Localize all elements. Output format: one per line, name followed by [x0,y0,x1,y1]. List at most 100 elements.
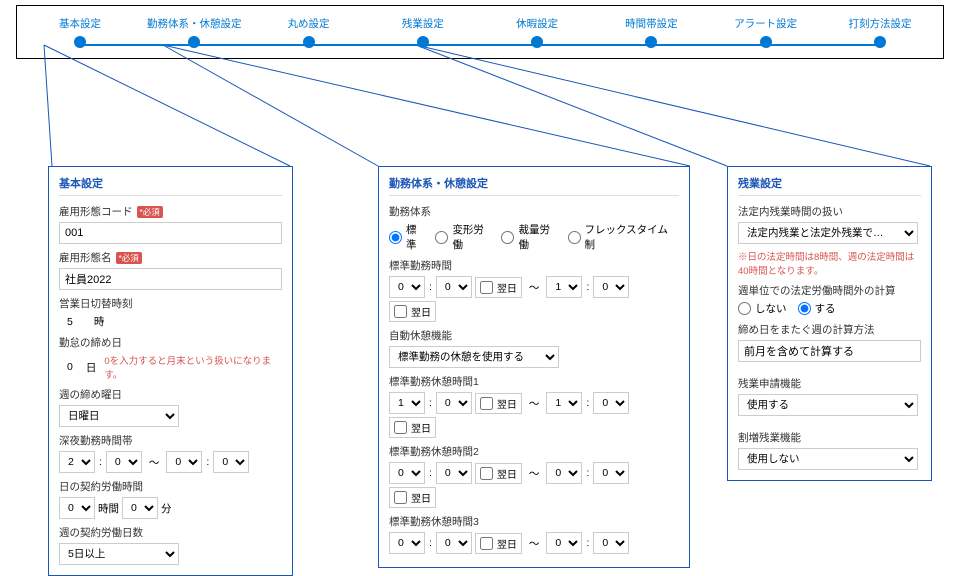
step-timezone[interactable]: 時間帯設定 [606,16,696,48]
break1-from-nextday-checkbox[interactable]: 翌日 [475,393,522,414]
closing-label: 勤怠の締め日 [59,335,282,350]
contract-hour-select[interactable]: 08 [59,497,95,519]
statutory-label: 法定内残業時間の扱い [738,204,921,219]
step-rounding[interactable]: 丸め設定 [264,16,354,48]
crossmonth-value[interactable] [738,340,921,362]
break2-label: 標準勤務休憩時間2 [389,444,679,459]
step-overtime[interactable]: 残業設定 [378,16,468,48]
step-clockin[interactable]: 打刻方法設定 [835,16,925,48]
night-from-hour-select[interactable]: 22 [59,451,95,473]
panel-title: 残業設定 [738,175,921,196]
wizard-stepper: 基本設定 勤務体系・休憩設定 丸め設定 残業設定 休暇設定 時間帯設定 アラート… [16,5,944,59]
break3-to-min-select[interactable]: 00 [593,532,629,554]
night-label: 深夜勤務時間帯 [59,433,282,448]
std-from-min-select[interactable]: 00 [436,276,472,298]
break1-to-nextday-checkbox[interactable]: 翌日 [389,417,436,438]
break2-to-nextday-checkbox[interactable]: 翌日 [389,487,436,508]
step-label: アラート設定 [734,16,797,31]
worktype-modified-radio[interactable]: 変形労働 [435,222,490,252]
night-to-hour-select[interactable]: 05 [166,451,202,473]
std-to-min-select[interactable]: 00 [593,276,629,298]
break1-label: 標準勤務休憩時間1 [389,374,679,389]
step-vacation[interactable]: 休暇設定 [492,16,582,48]
dayswitch-value: 5 [67,316,73,328]
step-dot-icon [188,36,200,48]
tilde: ～ [529,280,540,295]
statutory-select[interactable]: 法定内残業と法定外残業で… [738,222,918,244]
worktype-flex-radio[interactable]: フレックスタイム制 [568,222,672,252]
break1-to-hour-select[interactable]: 13 [546,392,582,414]
step-dot-icon [645,36,657,48]
step-dot-icon [74,36,86,48]
break2-to-min-select[interactable]: 00 [593,462,629,484]
hour-unit: 時 [94,314,105,329]
step-basic[interactable]: 基本設定 [35,16,125,48]
step-dot-icon [303,36,315,48]
tilde: ～ [529,536,540,551]
night-from-min-select[interactable]: 00 [106,451,142,473]
autobreak-select[interactable]: 標準勤務の休憩を使用する [389,346,559,368]
break2-from-hour-select[interactable]: 00 [389,462,425,484]
step-worktype[interactable]: 勤務体系・休憩設定 [149,16,239,48]
panel-title: 基本設定 [59,175,282,196]
step-dot-icon [760,36,772,48]
colon: : [586,281,589,293]
step-label: 休暇設定 [516,16,558,31]
closing-value: 0 [67,361,73,373]
colon: : [99,456,102,468]
weekly-yes-radio[interactable]: する [798,301,836,316]
panel-worktype-break: 勤務体系・休憩設定 勤務体系 標準 変形労働 裁量労働 フレックスタイム制 標準… [378,166,690,568]
step-label: 勤務体系・休憩設定 [147,16,242,31]
autobreak-label: 自動休憩機能 [389,328,679,343]
weekly-no-radio[interactable]: しない [738,301,787,316]
break3-to-hour-select[interactable]: 00 [546,532,582,554]
step-dot-icon [417,36,429,48]
std-to-hour-select[interactable]: 18 [546,276,582,298]
required-badge: *必須 [137,206,163,218]
break2-from-min-select[interactable]: 00 [436,462,472,484]
weekday-label: 週の締め曜日 [59,387,282,402]
step-label: 時間帯設定 [625,16,678,31]
contract-hours-label: 日の契約労働時間 [59,479,282,494]
tilde: ～ [149,455,160,470]
std-from-nextday-checkbox[interactable]: 翌日 [475,277,522,298]
contract-days-label: 週の契約労働日数 [59,525,282,540]
std-from-hour-select[interactable]: 09 [389,276,425,298]
break1-from-hour-select[interactable]: 12 [389,392,425,414]
break3-from-min-select[interactable]: 00 [436,532,472,554]
extra-ot-select[interactable]: 使用しない [738,448,918,470]
closing-note: 0を入力すると月末という扱いになります。 [104,353,282,381]
worktype-discretion-radio[interactable]: 裁量労働 [501,222,556,252]
step-label: 打刻方法設定 [848,16,911,31]
break2-from-nextday-checkbox[interactable]: 翌日 [475,463,522,484]
contract-min-select[interactable]: 00 [122,497,158,519]
step-dot-icon [531,36,543,48]
panel-basic-settings: 基本設定 雇用形態コード*必須 雇用形態名*必須 営業日切替時刻 5時 勤怠の締… [48,166,293,576]
statutory-note: ※日の法定時間は8時間、週の法定時間は40時間となります。 [738,249,921,277]
break3-from-hour-select[interactable]: 00 [389,532,425,554]
step-label: 丸め設定 [288,16,330,31]
worktype-standard-radio[interactable]: 標準 [389,222,424,252]
break3-from-nextday-checkbox[interactable]: 翌日 [475,533,522,554]
step-label: 基本設定 [59,16,101,31]
ot-apply-label: 残業申請機能 [738,376,921,391]
step-dot-icon [874,36,886,48]
step-alert[interactable]: アラート設定 [721,16,811,48]
contract-days-select[interactable]: 5日以上 [59,543,179,565]
break1-to-min-select[interactable]: 00 [593,392,629,414]
extra-ot-label: 割増残業機能 [738,430,921,445]
std-to-nextday-checkbox[interactable]: 翌日 [389,301,436,322]
crossmonth-label: 締め日をまたぐ週の計算方法 [738,322,921,337]
break1-from-min-select[interactable]: 00 [436,392,472,414]
night-to-min-select[interactable]: 00 [213,451,249,473]
colon: : [586,397,589,409]
hour-label: 時間 [98,501,119,516]
employment-name-input[interactable] [59,268,282,290]
break2-to-hour-select[interactable]: 00 [546,462,582,484]
employment-code-label: 雇用形態コード*必須 [59,204,282,219]
colon: : [206,456,209,468]
ot-apply-select[interactable]: 使用する [738,394,918,416]
employment-code-input[interactable] [59,222,282,244]
std-hours-label: 標準勤務時間 [389,258,679,273]
weekday-select[interactable]: 日曜日 [59,405,179,427]
